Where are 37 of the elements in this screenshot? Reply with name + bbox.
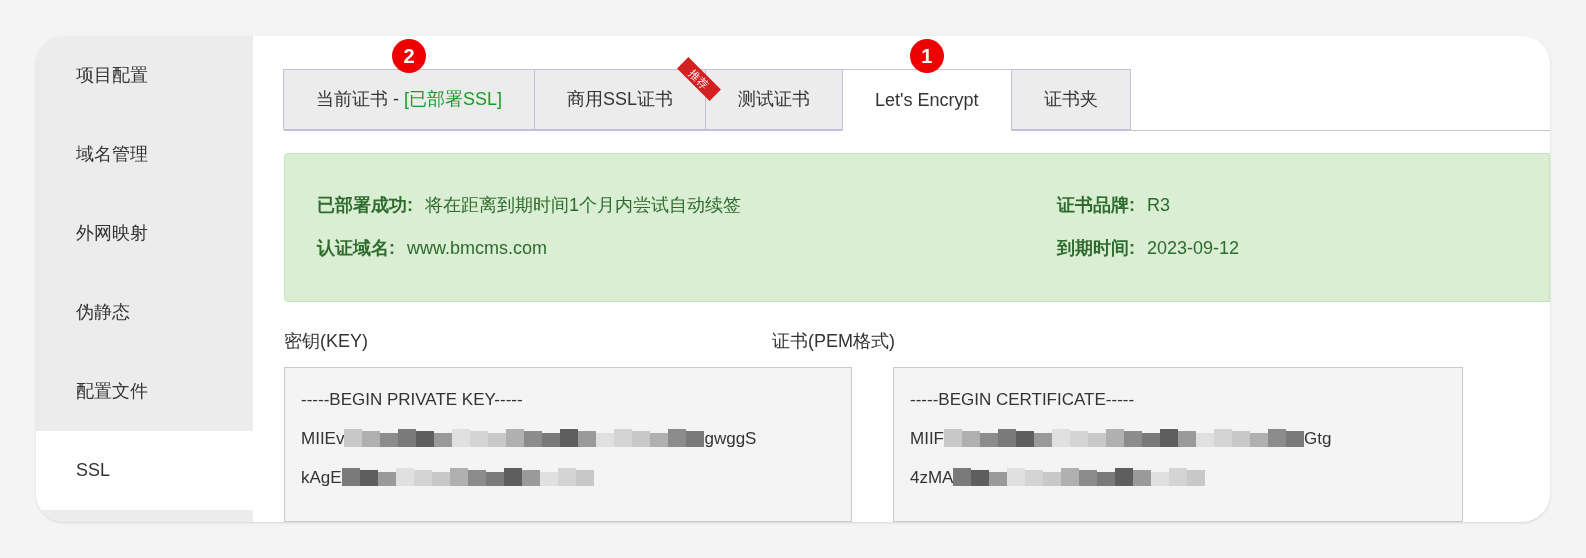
number-badge: 1 — [909, 39, 944, 73]
status-text: [已部署SSL] — [404, 89, 503, 109]
sidebar-item[interactable]: SSL — [36, 431, 253, 510]
field-label: 认证域名: — [317, 237, 395, 261]
sidebar-item[interactable]: 伪静态 — [36, 273, 253, 352]
field-value: R3 — [1147, 194, 1170, 218]
text-line: -----BEGIN PRIVATE KEY----- — [301, 388, 523, 411]
field-value: 将在距离到期时间1个月内尝试自动续签 — [425, 194, 741, 218]
redaction-icon — [344, 429, 705, 448]
field-label: 密钥(KEY) — [284, 330, 368, 351]
field-value: 2023-09-12 — [1147, 237, 1240, 261]
text-line: MIIF — [910, 427, 944, 450]
text-line: -----BEGIN CERTIFICATE----- — [910, 388, 1135, 411]
text-line: kAgE — [301, 466, 342, 489]
text-line: Gtg — [1304, 427, 1332, 450]
redaction-icon — [944, 429, 1304, 448]
field-label: 证书(PEM格式) — [772, 329, 895, 353]
field-label: 到期时间: — [1057, 237, 1135, 261]
text-line: 4zMA — [910, 466, 954, 489]
field-value: www.bmcms.com — [407, 237, 547, 261]
redaction-icon — [953, 468, 1206, 487]
number-badge: 2 — [392, 39, 426, 73]
sidebar-item[interactable]: 项目配置 — [36, 36, 253, 115]
text-line: MIIEv — [301, 427, 345, 450]
text-area[interactable]: -----BEGIN CERTIFICATE----- MIIF Gtg 4zMA — [893, 366, 1463, 522]
tab[interactable]: 当前证书 - [已部署SSL] — [283, 69, 536, 130]
sidebar-item[interactable]: 域名管理 — [36, 115, 253, 194]
field-label: 已部署成功: — [317, 194, 413, 218]
text-line: gwggS — [704, 427, 757, 450]
sidebar-item[interactable]: 配置文件 — [36, 352, 253, 431]
tab[interactable]: 证书夹 — [1010, 69, 1131, 130]
sidebar-item[interactable]: 外网映射 — [36, 194, 253, 273]
tab-label: 当前证书 - — [316, 89, 400, 109]
text-area[interactable]: -----BEGIN PRIVATE KEY----- MIIEv gwggS kAgE — [284, 366, 852, 522]
redaction-icon — [341, 468, 594, 487]
tab[interactable]: Let's Encrypt — [842, 69, 1012, 131]
field-label: 证书品牌: — [1057, 194, 1135, 218]
